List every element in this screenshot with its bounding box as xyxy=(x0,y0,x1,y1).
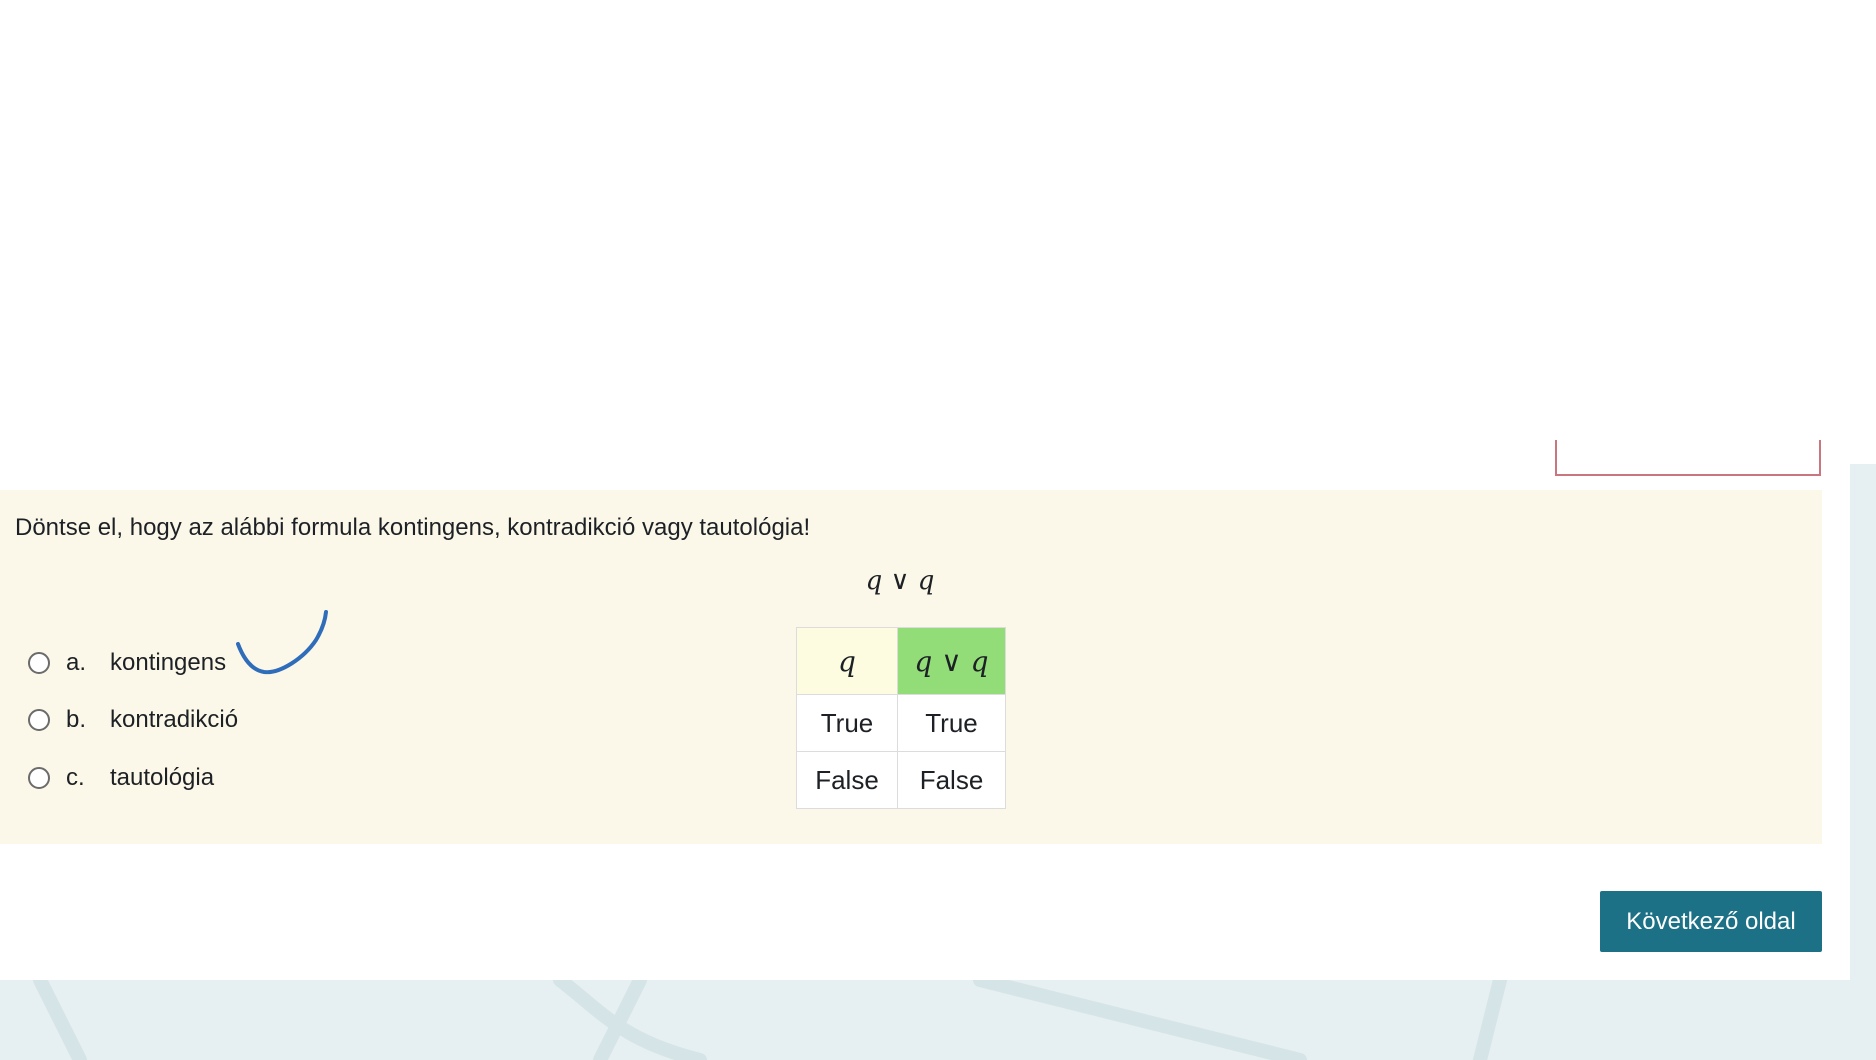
answer-option-a[interactable]: a. kontingens xyxy=(28,646,226,680)
table-cell: True xyxy=(796,694,898,752)
formula: q ∨ q xyxy=(865,566,935,596)
checkmark-annotation-icon xyxy=(236,610,328,675)
truth-table: q q ∨ q True True False False xyxy=(796,627,1006,809)
option-label[interactable]: kontingens xyxy=(110,649,226,677)
option-label[interactable]: tautológia xyxy=(110,764,214,792)
truth-table-header-q: q xyxy=(796,627,898,695)
background-decoration xyxy=(33,980,1507,1060)
question-text: Döntse el, hogy az alábbi formula kontin… xyxy=(15,514,811,541)
table-cell: False xyxy=(796,751,898,809)
page-background-bottom xyxy=(0,980,1876,1060)
option-letter: a. xyxy=(66,649,87,676)
option-letter: b. xyxy=(66,706,87,733)
truth-table-header-row: q q ∨ q xyxy=(796,627,1006,695)
radio-button-c[interactable] xyxy=(28,767,50,789)
radio-button-b[interactable] xyxy=(28,709,50,731)
table-cell: True xyxy=(897,694,1006,752)
table-row: False False xyxy=(796,751,1006,809)
truth-table-header-result: q ∨ q xyxy=(897,627,1006,695)
table-row: True True xyxy=(796,694,1006,752)
page-background-right xyxy=(1850,464,1876,1060)
answer-option-b[interactable]: b. kontradikció xyxy=(28,703,238,737)
option-letter: c. xyxy=(66,764,85,791)
radio-button-a[interactable] xyxy=(28,652,50,674)
option-label[interactable]: kontradikció xyxy=(110,706,238,734)
next-page-button[interactable]: Következő oldal xyxy=(1600,891,1822,952)
quiz-card: Döntse el, hogy az alábbi formula kontin… xyxy=(0,0,1850,980)
answer-option-c[interactable]: c. tautológia xyxy=(28,761,214,795)
info-box-bottom-edge xyxy=(1555,440,1821,476)
table-cell: False xyxy=(897,751,1006,809)
